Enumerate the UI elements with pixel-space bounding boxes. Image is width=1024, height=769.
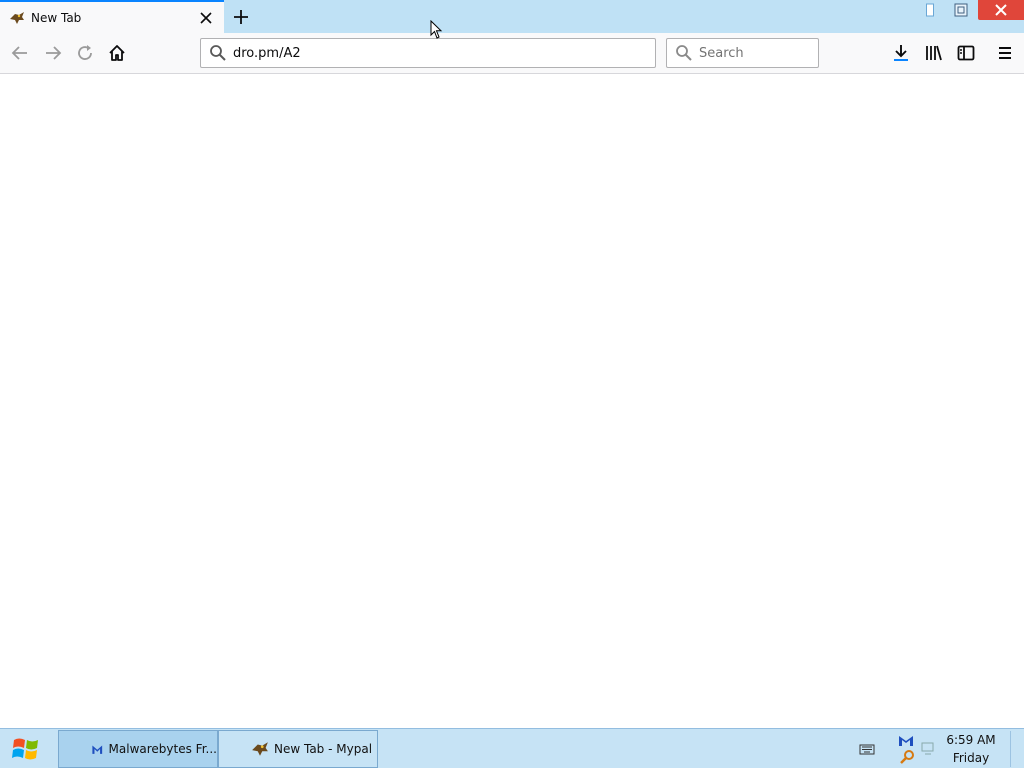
- close-icon: [995, 4, 1007, 16]
- taskbar-item-mypal[interactable]: New Tab - Mypal: [218, 730, 378, 768]
- reload-button[interactable]: [70, 38, 100, 68]
- page-content: [0, 75, 1024, 728]
- search-placeholder: Search: [699, 45, 744, 61]
- forward-arrow-icon: [46, 46, 62, 60]
- home-button[interactable]: [102, 38, 132, 68]
- sidebar-button[interactable]: [951, 38, 981, 68]
- clock-day: Friday: [952, 751, 990, 765]
- menu-button[interactable]: [990, 38, 1020, 68]
- new-tab-button[interactable]: [228, 4, 254, 30]
- forward-button[interactable]: [38, 38, 68, 68]
- window-close-button[interactable]: [978, 0, 1024, 20]
- back-arrow-icon: [11, 46, 27, 60]
- search-bar[interactable]: Search: [666, 38, 819, 68]
- keyboard-tray-icon[interactable]: [858, 729, 876, 769]
- url-bar[interactable]: dro.pm/A2: [200, 38, 656, 68]
- plus-icon: [234, 10, 248, 24]
- taskbar-item-label: New Tab - Mypal: [274, 742, 373, 756]
- back-button[interactable]: [5, 38, 35, 68]
- taskbar: Malwarebytes Fr... New Tab - Mypal 6:59 …: [0, 728, 1024, 768]
- home-icon: [109, 45, 125, 61]
- download-icon: [894, 45, 908, 61]
- hamburger-menu-icon: [999, 47, 1011, 59]
- taskbar-item-malwarebytes[interactable]: Malwarebytes Fr...: [58, 730, 218, 768]
- malwarebytes-tray-icon[interactable]: [896, 729, 918, 769]
- restore-button[interactable]: [948, 0, 974, 20]
- sidebar-icon: [957, 45, 975, 61]
- restore-icon: [954, 3, 968, 17]
- show-desktop-button[interactable]: [1010, 731, 1022, 767]
- mouse-cursor-icon: [430, 20, 443, 39]
- start-button[interactable]: [6, 733, 46, 765]
- windows-logo-icon: [12, 738, 38, 760]
- tab-strip: New Tab: [0, 0, 1024, 33]
- library-button[interactable]: [919, 38, 949, 68]
- network-tray-icon[interactable]: [918, 729, 936, 769]
- mypal-icon: [252, 742, 268, 756]
- downloads-button[interactable]: [886, 38, 916, 68]
- clock-time: 6:59 AM: [946, 733, 996, 747]
- tab-new-tab[interactable]: New Tab: [0, 0, 224, 33]
- navigation-toolbar: dro.pm/A2 Search: [0, 33, 1024, 74]
- search-icon: [210, 45, 226, 61]
- taskbar-item-label: Malwarebytes Fr...: [108, 742, 217, 756]
- minimize-icon: [926, 3, 934, 17]
- mypal-favicon-icon: [10, 11, 24, 24]
- reload-icon: [78, 45, 92, 60]
- system-clock[interactable]: 6:59 AM Friday: [940, 731, 1002, 767]
- url-text: dro.pm/A2: [233, 45, 301, 61]
- search-icon: [676, 45, 692, 61]
- minimize-button[interactable]: [918, 0, 944, 20]
- tab-title: New Tab: [31, 10, 82, 25]
- tab-close-icon[interactable]: [194, 6, 218, 30]
- library-icon: [926, 45, 942, 61]
- malwarebytes-icon: [92, 745, 103, 754]
